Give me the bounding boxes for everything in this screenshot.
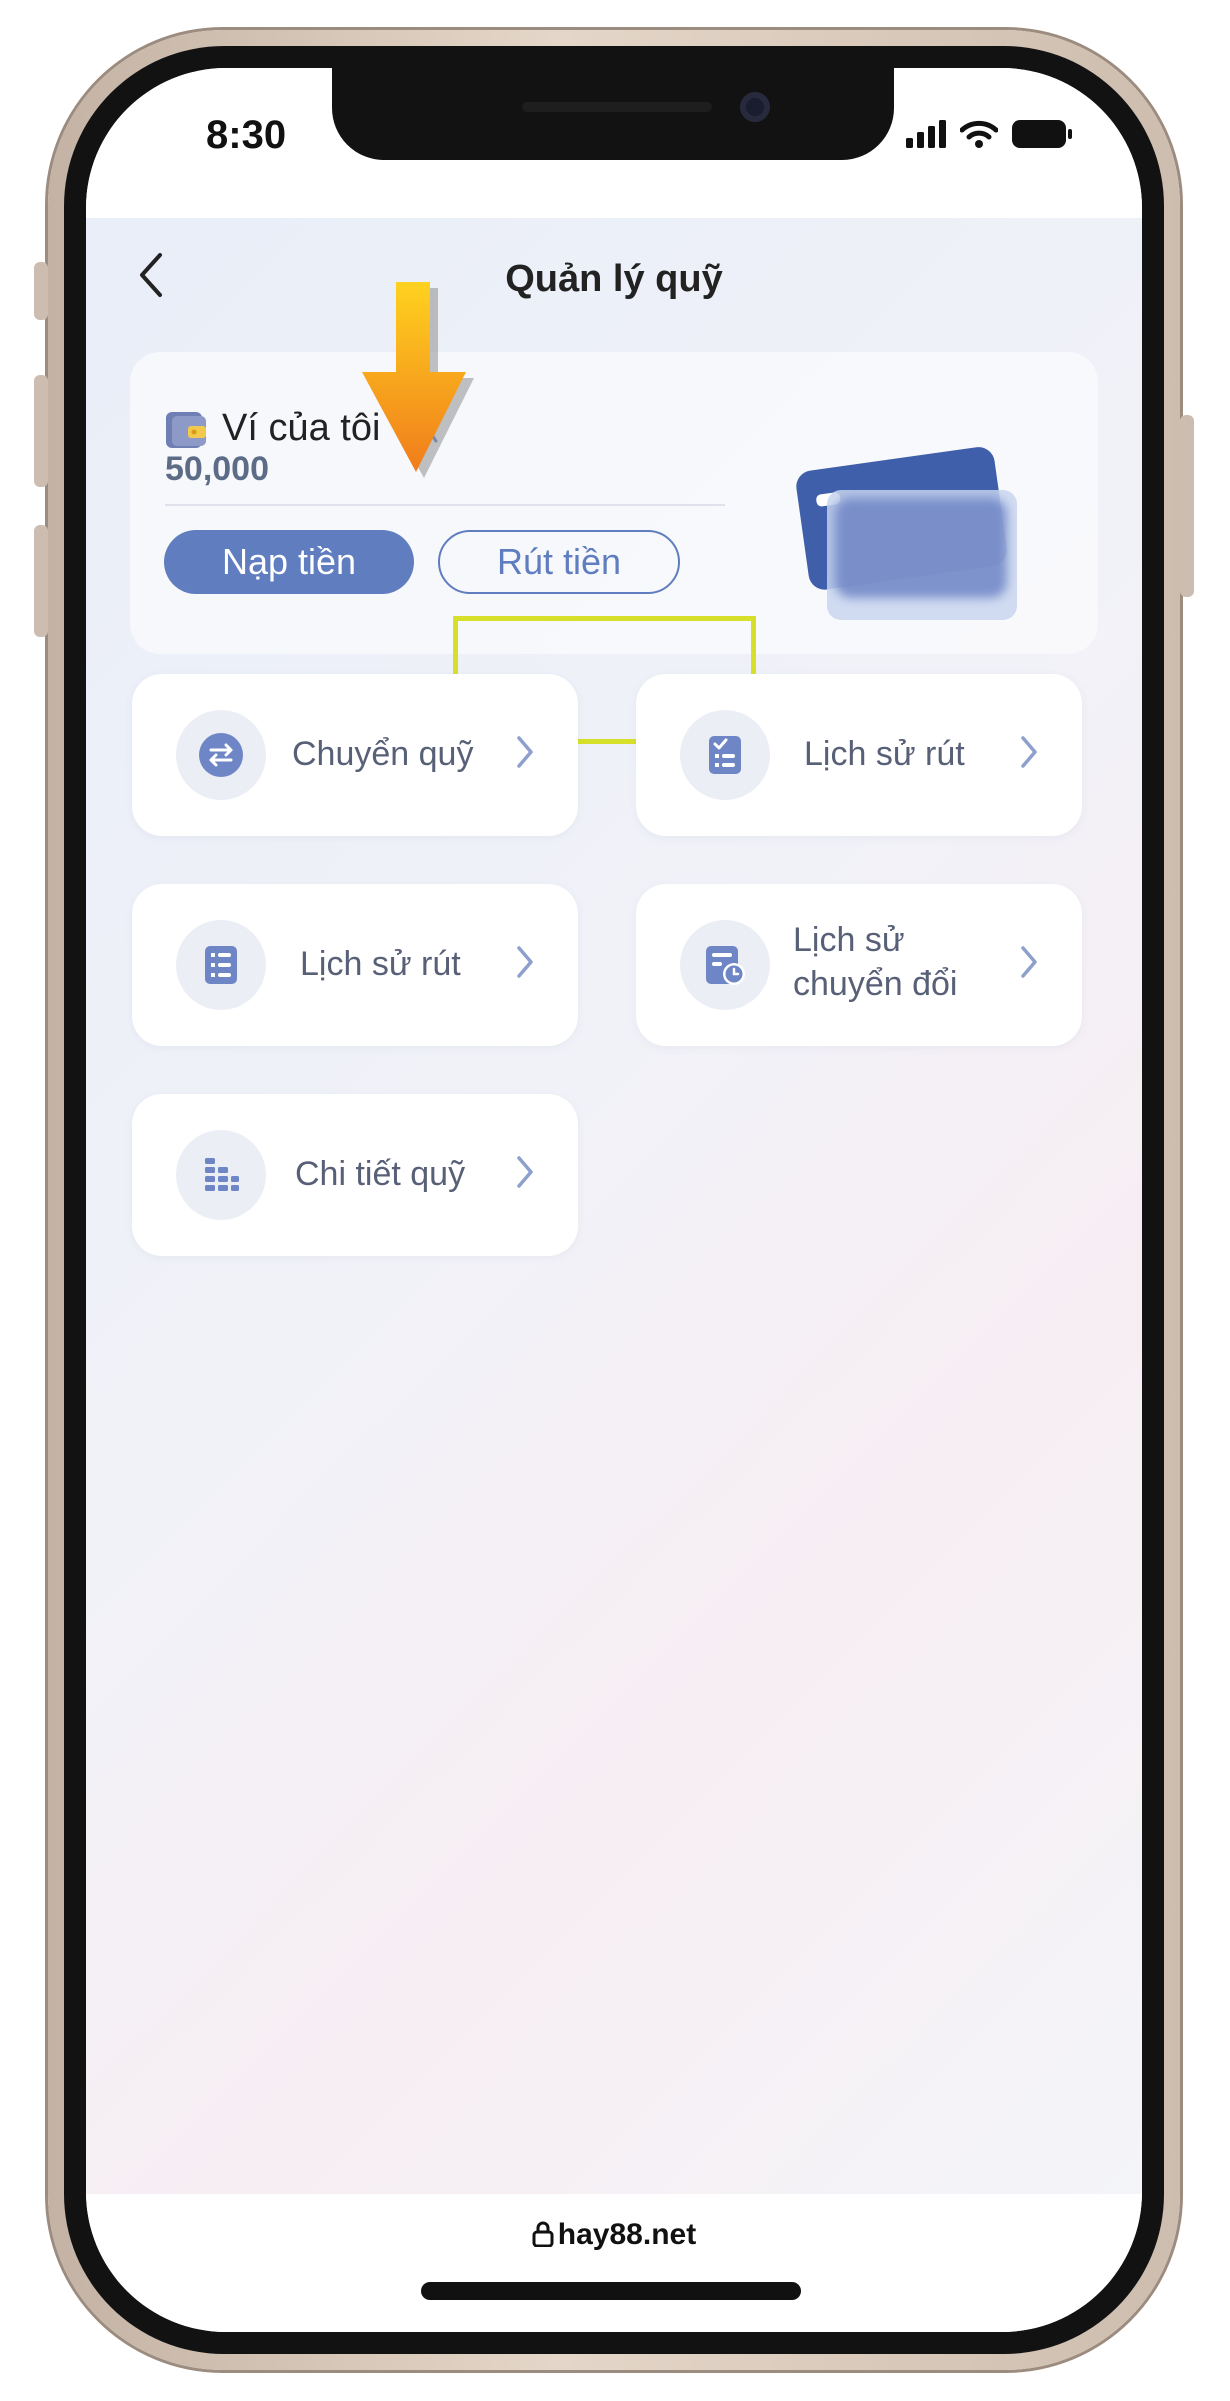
down-arrow-indicator xyxy=(362,282,474,478)
battery-icon xyxy=(1012,120,1072,148)
side-button xyxy=(1180,415,1194,597)
chevron-right-icon xyxy=(517,1156,533,1188)
clock-doc-icon xyxy=(680,920,770,1010)
status-icons xyxy=(906,120,1072,148)
url-text: hay88.net xyxy=(557,2218,697,2251)
chevron-right-icon xyxy=(1021,736,1037,768)
side-button xyxy=(34,525,48,637)
list-icon xyxy=(176,920,266,1010)
menu-label: Chuyển quỹ xyxy=(292,735,474,773)
checklist-icon xyxy=(680,710,770,800)
transfer-icon xyxy=(176,710,266,800)
chevron-right-icon xyxy=(517,736,533,768)
deposit-button[interactable]: Nạp tiền xyxy=(164,530,414,594)
status-bar: 8:30 xyxy=(86,68,1142,218)
menu-label: Lịch sử rút xyxy=(804,735,965,773)
bars-icon xyxy=(176,1130,266,1220)
menu-card-transfer-fund[interactable]: Chuyển quỹ xyxy=(132,674,578,836)
home-indicator[interactable] xyxy=(421,2282,801,2300)
lock-icon xyxy=(532,2221,554,2248)
divider xyxy=(165,504,725,506)
side-button xyxy=(34,375,48,487)
speaker xyxy=(522,102,712,112)
menu-label: Lịch sử rút xyxy=(300,945,461,983)
notch xyxy=(332,68,894,160)
wallet-card: Ví của tôi 50,000 Nạp tiền Rút tiền xyxy=(130,352,1098,744)
fund-management-page: Quản lý quỹ Ví của tôi 50,000 Nạp tiền R… xyxy=(86,218,1142,2194)
cards-illustration xyxy=(796,447,1017,620)
camera-icon xyxy=(740,92,770,122)
menu-card-withdraw-history-2[interactable]: Lịch sử rút xyxy=(132,884,578,1046)
menu-card-withdraw-history[interactable]: Lịch sử rút xyxy=(636,674,1082,836)
url-bar[interactable]: hay88.net xyxy=(86,2218,1142,2252)
menu-label-line1: Lịch sử xyxy=(793,921,905,959)
menu-label: Chi tiết quỹ xyxy=(295,1155,466,1193)
status-time: 8:30 xyxy=(206,113,287,157)
menu-label-line2: chuyển đổi xyxy=(793,965,958,1003)
phone-screen: 8:30 Quản lý quỹ Ví của tôi 50,000 Nạp t… xyxy=(86,68,1142,2332)
wallet-balance: 50,000 xyxy=(165,450,269,488)
withdraw-button[interactable]: Rút tiền xyxy=(438,530,680,594)
side-button xyxy=(34,262,48,320)
signal-icon xyxy=(906,120,946,148)
page-title: Quản lý quỹ xyxy=(505,258,723,300)
wallet-icon xyxy=(166,412,206,448)
wifi-icon xyxy=(960,120,998,148)
menu-card-fund-details[interactable]: Chi tiết quỹ xyxy=(132,1094,578,1256)
chevron-right-icon xyxy=(517,946,533,978)
menu-card-conversion-history[interactable]: Lịch sử chuyển đổi xyxy=(636,884,1082,1046)
browser-footer: hay88.net xyxy=(86,2194,1142,2332)
chevron-right-icon xyxy=(1021,946,1037,978)
